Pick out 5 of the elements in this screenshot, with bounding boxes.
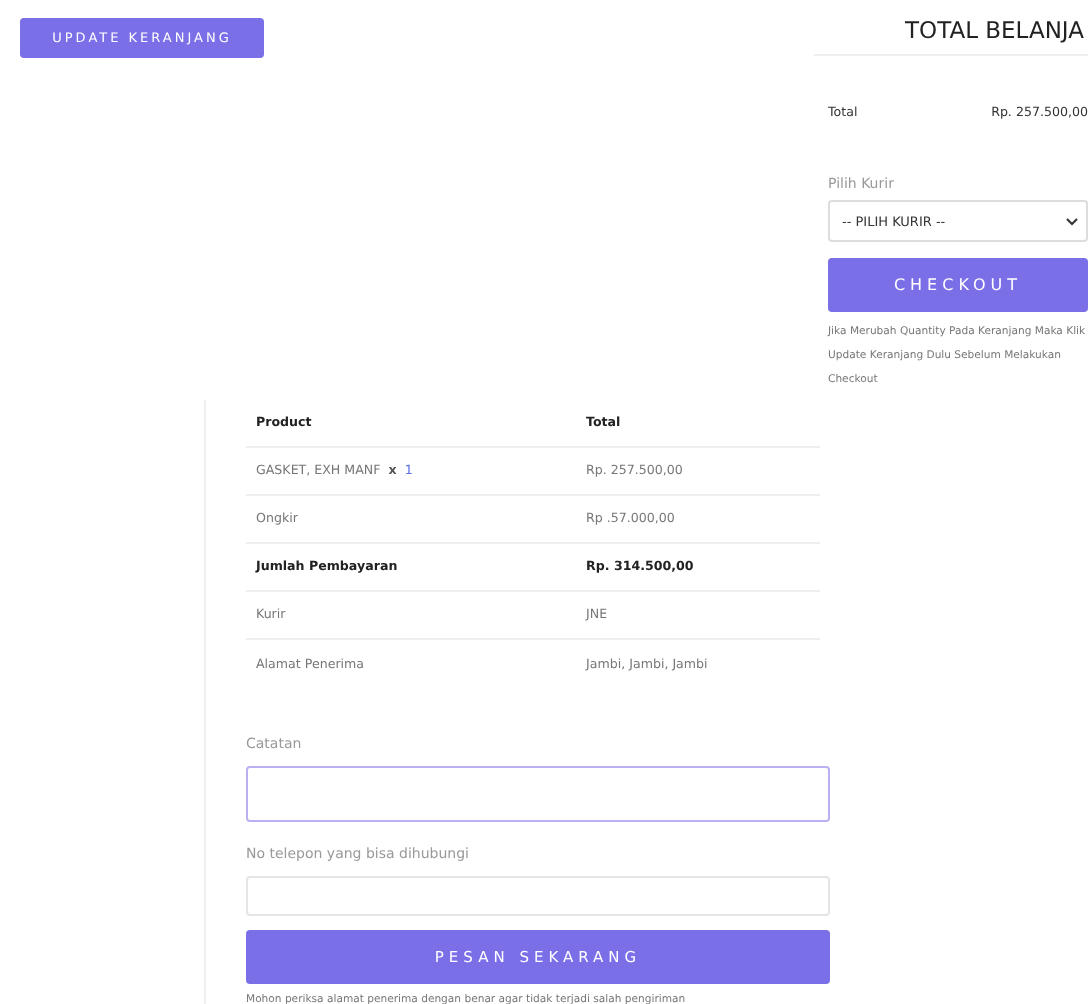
chevron-down-icon [1066, 217, 1078, 225]
summary-title: TOTAL BELANJA [814, 0, 1088, 56]
notes-field[interactable] [246, 766, 830, 822]
phone-field[interactable] [246, 876, 830, 916]
checkout-button[interactable]: CHECKOUT [828, 258, 1088, 312]
